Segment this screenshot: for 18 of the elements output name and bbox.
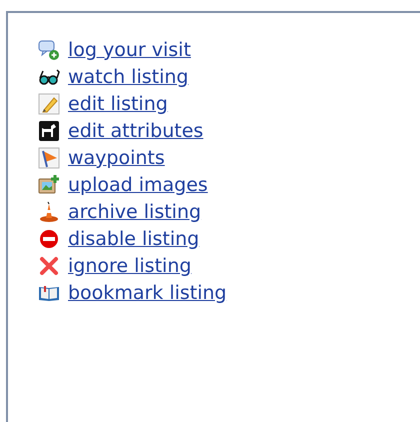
action-link[interactable]: upload images: [68, 174, 208, 196]
action-link[interactable]: edit listing: [68, 93, 168, 115]
action-link[interactable]: watch listing: [68, 66, 188, 88]
action-link[interactable]: archive listing: [68, 201, 202, 223]
pencil-icon: [38, 93, 60, 115]
dog-icon: [38, 120, 60, 142]
flag-icon: [38, 147, 60, 169]
action-link[interactable]: waypoints: [68, 147, 165, 169]
image-add-icon: [38, 174, 60, 196]
action-link[interactable]: edit attributes: [68, 120, 204, 142]
action-link[interactable]: log your visit: [68, 39, 191, 61]
no-entry-icon: [38, 228, 60, 250]
action-link[interactable]: disable listing: [68, 228, 200, 250]
action-link[interactable]: bookmark listing: [68, 282, 227, 304]
traffic-cone-icon: [38, 201, 60, 223]
cross-icon: [38, 255, 60, 277]
speech-bubble-icon: [38, 39, 60, 61]
action-link[interactable]: ignore listing: [68, 255, 192, 277]
